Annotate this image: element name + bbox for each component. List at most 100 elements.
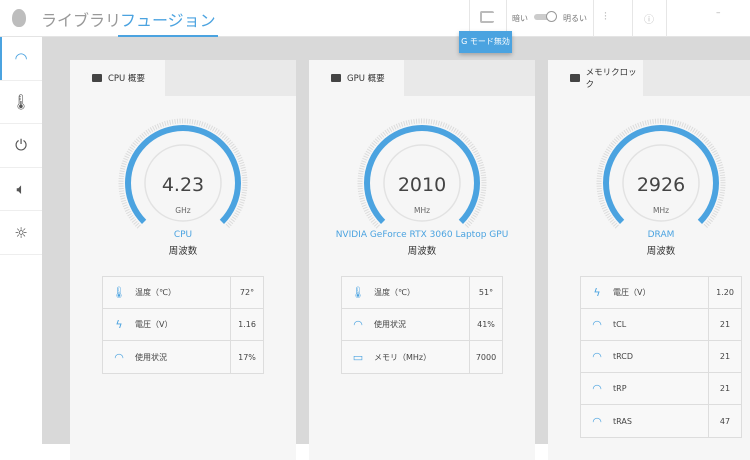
alienware-logo-icon <box>12 9 26 27</box>
stats-table: 🌡︎ 温度（℃） 72° ϟ 電圧（V） 1.16 ◠ 使用状況 17% <box>102 276 264 374</box>
memory-module-icon <box>570 74 580 82</box>
sidebar-item-audio[interactable]: 🔈︎ <box>0 168 42 212</box>
help-icon[interactable]: ⓘ <box>644 11 654 26</box>
card-header: GPU 概要 <box>309 60 535 96</box>
row-value: 21 <box>708 309 741 340</box>
tab-library[interactable]: ライブラリ <box>41 7 121 37</box>
gauge-value: 4.23 <box>161 174 205 196</box>
row-value: 47 <box>708 405 741 437</box>
usage-gauge-icon: ◠ <box>114 350 124 364</box>
sidebar-item-thermal[interactable]: 🌡︎ <box>0 81 42 125</box>
gpu-card-icon <box>331 74 341 82</box>
row-value: 21 <box>708 341 741 372</box>
usage-gauge-icon: ◠ <box>592 414 602 428</box>
gauge-sublabel: 周波数 <box>646 246 676 257</box>
top-bar: ライブラリ フュージョン 暗い 明るい ⫶ ⓘ – <box>0 0 750 37</box>
card-title: メモリクロック <box>585 68 637 90</box>
thermometer-icon: 🌡︎ <box>112 286 126 299</box>
table-row: 🌡︎ 温度（℃） 51° <box>342 277 502 309</box>
brightness-icon: ☼ <box>14 223 28 242</box>
usage-gauge-icon: ◠ <box>353 318 363 331</box>
card-header: メモリクロック <box>548 60 750 96</box>
row-label: tRCD <box>613 352 634 361</box>
table-row: ◠ tRP 21 <box>581 373 741 405</box>
row-value: 21 <box>708 373 741 404</box>
gauge-unit: MHz <box>652 206 670 215</box>
row-label: tCL <box>613 320 627 329</box>
minimize-icon[interactable]: – <box>716 8 721 18</box>
gauge-sublabel: 周波数 <box>168 246 198 257</box>
row-label: tRAS <box>613 416 632 426</box>
card-gpu: GPU 概要 2010 MHz NVIDIA GeForce RTX 3060 … <box>309 60 535 460</box>
row-label: 電圧（V） <box>613 288 651 297</box>
gauge-unit: MHz <box>413 206 431 215</box>
card-title: GPU 概要 <box>347 74 385 84</box>
usage-gauge-icon: ◠ <box>592 382 602 395</box>
row-value: 51° <box>469 277 502 308</box>
sidebar: ◠ 🌡︎ ⏻ 🔈︎ ☼ <box>0 37 42 255</box>
row-label: メモリ（MHz） <box>374 352 432 362</box>
gauge: 4.23 GHz CPU 周波数 <box>70 96 296 257</box>
usage-gauge-icon: ◠ <box>592 318 602 331</box>
table-row: ◠ 使用状況 41% <box>342 309 502 341</box>
gauge-label: CPU <box>173 230 193 240</box>
table-row: 🌡︎ 温度（℃） 72° <box>103 277 263 309</box>
g-mode-tooltip: G モード無効 <box>459 31 512 53</box>
tab-fusion[interactable]: フュージョン <box>118 7 218 37</box>
table-row: ▭ メモリ（MHz） 7000 <box>342 341 502 373</box>
gauge-icon: ◠ <box>14 49 28 68</box>
cpu-chip-icon <box>92 74 102 82</box>
sidebar-item-performance[interactable]: ◠ <box>0 37 42 81</box>
stats-table: 🌡︎ 温度（℃） 51° ◠ 使用状況 41% ▭ メモリ（MHz） 7000 <box>341 276 503 374</box>
settings-sliders-icon[interactable]: ⫶ <box>604 10 607 24</box>
g-mode-icon[interactable] <box>480 11 494 23</box>
row-label: 温度（℃） <box>135 288 176 297</box>
row-value: 1.20 <box>708 277 741 308</box>
card-memory: メモリクロック 2926 MHz DRAM 周波数 ϟ 電圧（V） 1.20 ◠… <box>548 60 750 460</box>
usage-gauge-icon: ◠ <box>592 350 602 363</box>
thermometer-icon: 🌡︎ <box>11 92 31 111</box>
gauge-label: DRAM <box>647 230 675 240</box>
speaker-icon: 🔈︎ <box>16 180 26 199</box>
row-value: 7000 <box>469 341 502 373</box>
gauge-sublabel: 周波数 <box>407 246 437 257</box>
card-tab[interactable]: CPU 概要 <box>70 60 165 96</box>
main-panel: CPU 概要 4.23 GHz CPU 周波数 🌡︎ 温度（℃） 72° ϟ 電… <box>42 37 750 460</box>
gauge-unit: GHz <box>175 206 191 215</box>
sidebar-item-power[interactable]: ⏻ <box>0 124 42 168</box>
gauge-label: NVIDIA GeForce RTX 3060 Laptop GPU <box>335 230 509 240</box>
table-row: ◠ tRCD 21 <box>581 341 741 373</box>
table-row: ◠ tRAS 47 <box>581 405 741 437</box>
card-cpu: CPU 概要 4.23 GHz CPU 周波数 🌡︎ 温度（℃） 72° ϟ 電… <box>70 60 296 460</box>
stats-table: ϟ 電圧（V） 1.20 ◠ tCL 21 ◠ tRCD 21 ◠ tRP 21… <box>580 276 742 438</box>
gauge: 2926 MHz DRAM 周波数 <box>548 96 750 257</box>
brightness-bright-label: 明るい <box>563 14 587 23</box>
card-tab[interactable]: GPU 概要 <box>309 60 404 96</box>
brightness-toggle[interactable] <box>534 11 557 22</box>
power-plug-icon: ⏻ <box>15 136 27 155</box>
row-value: 1.16 <box>230 309 263 340</box>
table-row: ◠ 使用状況 17% <box>103 341 263 373</box>
row-label: 使用状況 <box>374 320 406 329</box>
table-row: ◠ tCL 21 <box>581 309 741 341</box>
card-header: CPU 概要 <box>70 60 296 96</box>
memory-icon: ▭ <box>352 350 364 364</box>
gauge-value: 2926 <box>636 174 686 196</box>
row-label: 温度（℃） <box>374 288 415 297</box>
table-row: ϟ 電圧（V） 1.20 <box>581 277 741 309</box>
row-value: 17% <box>230 341 263 373</box>
table-row: ϟ 電圧（V） 1.16 <box>103 309 263 341</box>
row-label: 使用状況 <box>135 352 167 362</box>
card-title: CPU 概要 <box>108 74 145 84</box>
gauge: 2010 MHz NVIDIA GeForce RTX 3060 Laptop … <box>309 96 535 257</box>
row-label: tRP <box>613 384 627 393</box>
sidebar-item-lighting[interactable]: ☼ <box>0 211 42 255</box>
thermometer-icon: 🌡︎ <box>351 286 365 299</box>
bolt-icon: ϟ <box>115 318 123 331</box>
row-value: 72° <box>230 277 263 308</box>
card-tab[interactable]: メモリクロック <box>548 60 643 96</box>
row-label: 電圧（V） <box>135 320 173 329</box>
brightness-dark-label: 暗い <box>512 14 528 23</box>
row-value: 41% <box>469 309 502 340</box>
bolt-icon: ϟ <box>593 286 601 299</box>
